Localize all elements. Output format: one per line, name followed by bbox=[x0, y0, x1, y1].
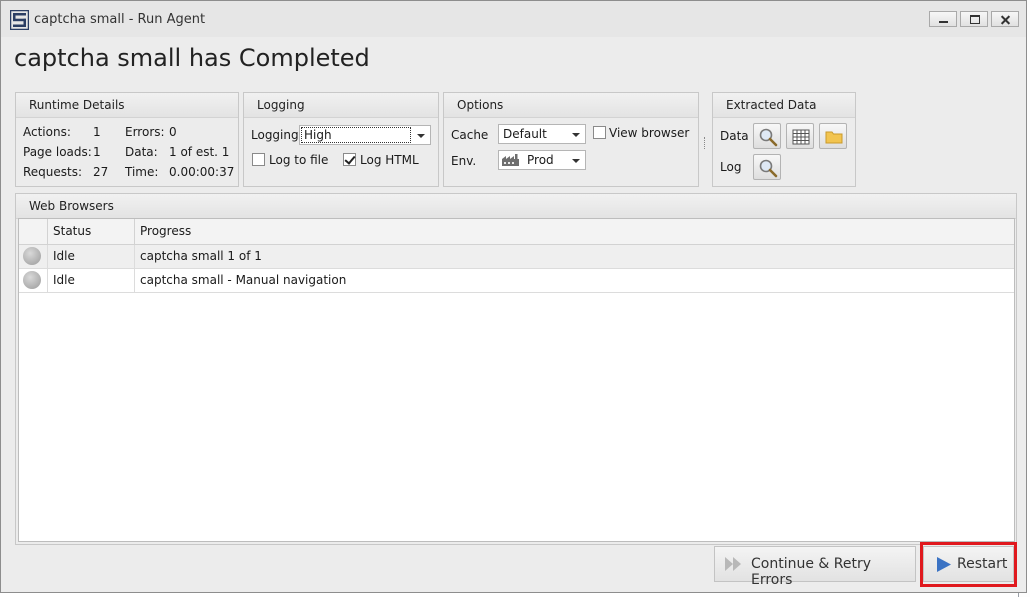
chevron-down-icon bbox=[572, 159, 580, 163]
log-to-file-checkbox[interactable] bbox=[252, 153, 265, 166]
time-value: 0.00:00:37 bbox=[169, 165, 235, 179]
web-browsers-title: Web Browsers bbox=[16, 194, 1016, 219]
logging-panel: Logging Logging High Log to file Log HTM… bbox=[243, 92, 439, 187]
chevron-down-icon bbox=[572, 133, 580, 137]
table-row[interactable]: Idle captcha small 1 of 1 bbox=[19, 245, 1014, 269]
extracted-log-label: Log bbox=[720, 160, 742, 174]
completion-heading: captcha small has Completed bbox=[14, 44, 370, 72]
view-log-button[interactable] bbox=[753, 154, 781, 180]
idle-status-icon bbox=[23, 247, 41, 265]
runtime-details-panel: Runtime Details Actions: 1 Errors: 0 Pag… bbox=[15, 92, 239, 187]
column-header-icon[interactable] bbox=[19, 219, 48, 244]
continue-retry-errors-label: Continue & Retry Errors bbox=[751, 556, 872, 588]
idle-status-icon bbox=[23, 271, 41, 289]
view-browser-label: View browser bbox=[609, 126, 690, 140]
chevron-down-icon bbox=[417, 134, 425, 138]
view-browser-checkbox[interactable] bbox=[593, 126, 606, 139]
cache-value: Default bbox=[503, 127, 547, 141]
logging-title: Logging bbox=[244, 93, 438, 118]
errors-label: Errors: bbox=[125, 125, 165, 139]
column-header-progress[interactable]: Progress bbox=[135, 219, 1014, 244]
window-title: captcha small - Run Agent bbox=[34, 12, 206, 27]
data-value: 1 of est. 1 bbox=[169, 145, 230, 159]
magnifier-icon bbox=[759, 159, 778, 178]
cache-label: Cache bbox=[451, 128, 489, 142]
log-html-checkbox[interactable] bbox=[343, 153, 356, 166]
status-cell: Idle bbox=[48, 245, 135, 268]
folder-icon bbox=[825, 131, 843, 144]
continue-retry-errors-button[interactable]: Continue & Retry Errors bbox=[714, 546, 916, 588]
actions-label: Actions: bbox=[23, 125, 71, 139]
view-table-button[interactable] bbox=[786, 123, 814, 149]
extracted-data-panel: Extracted Data Data Log bbox=[712, 92, 856, 187]
grid-icon bbox=[792, 129, 810, 145]
env-select[interactable]: Prod bbox=[498, 150, 586, 170]
actions-value: 1 bbox=[93, 125, 101, 139]
progress-cell: captcha small 1 of 1 bbox=[140, 249, 262, 263]
log-html-label: Log HTML bbox=[360, 153, 419, 167]
web-browsers-table: Status Progress Idle captcha small 1 of … bbox=[18, 218, 1015, 542]
status-cell: Idle bbox=[48, 269, 135, 292]
title-bar[interactable]: captcha small - Run Agent bbox=[1, 1, 1026, 37]
minimize-button[interactable] bbox=[929, 11, 957, 27]
run-agent-window: captcha small - Run Agent captcha small … bbox=[0, 0, 1027, 593]
factory-icon bbox=[502, 154, 519, 166]
column-header-status[interactable]: Status bbox=[48, 219, 135, 244]
magnifier-icon bbox=[759, 128, 778, 147]
extracted-data-label: Data bbox=[720, 129, 749, 143]
table-header: Status Progress bbox=[19, 219, 1014, 245]
open-folder-button[interactable] bbox=[819, 123, 847, 149]
env-value: Prod bbox=[527, 153, 554, 167]
log-to-file-label: Log to file bbox=[269, 153, 329, 167]
time-label: Time: bbox=[125, 165, 159, 179]
env-label: Env. bbox=[451, 154, 477, 168]
page-loads-value: 1 bbox=[93, 145, 101, 159]
logging-level-select[interactable]: High bbox=[299, 125, 431, 145]
requests-value: 27 bbox=[93, 165, 109, 179]
options-title: Options bbox=[444, 93, 698, 118]
logging-level-value: High bbox=[304, 128, 332, 142]
restart-highlight-box bbox=[920, 542, 1017, 587]
view-data-button[interactable] bbox=[753, 123, 781, 149]
data-label: Data: bbox=[125, 145, 158, 159]
maximize-button[interactable] bbox=[960, 11, 988, 27]
progress-cell: captcha small - Manual navigation bbox=[140, 273, 347, 287]
logging-level-label: Logging bbox=[251, 128, 299, 142]
page-loads-label: Page loads: bbox=[23, 145, 92, 159]
runtime-details-title: Runtime Details bbox=[16, 93, 238, 118]
status-cell-icon bbox=[19, 269, 48, 292]
errors-value: 0 bbox=[169, 125, 177, 139]
requests-label: Requests: bbox=[23, 165, 83, 179]
cache-select[interactable]: Default bbox=[498, 124, 586, 144]
app-logo-icon bbox=[10, 10, 29, 30]
extracted-data-title: Extracted Data bbox=[713, 93, 855, 118]
close-button[interactable] bbox=[991, 11, 1019, 27]
splitter-grip[interactable] bbox=[704, 137, 707, 149]
table-row[interactable]: Idle captcha small - Manual navigation bbox=[19, 269, 1014, 293]
options-panel: Options Cache Default View browser Env. … bbox=[443, 92, 705, 187]
status-cell-icon bbox=[19, 245, 48, 268]
fast-forward-icon bbox=[725, 557, 741, 571]
